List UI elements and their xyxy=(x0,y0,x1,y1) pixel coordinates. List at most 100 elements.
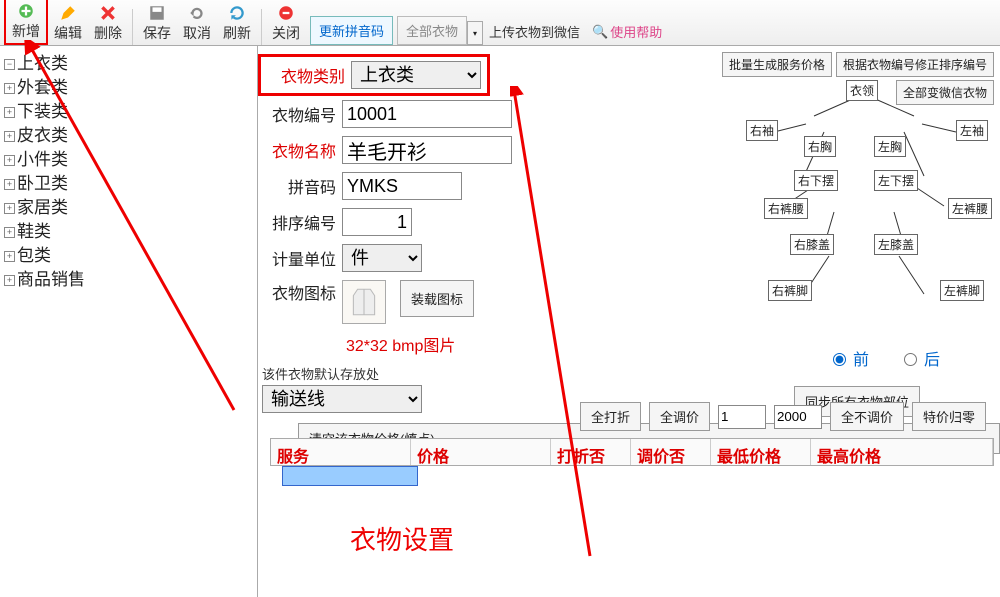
table-selected-cell[interactable] xyxy=(282,466,418,486)
unit-label: 计量单位 xyxy=(258,246,336,270)
collapse-icon[interactable]: − xyxy=(4,59,15,70)
part-r-sleeve[interactable]: 右袖 xyxy=(746,120,778,141)
sort-input[interactable] xyxy=(342,208,412,236)
tree-item[interactable]: +小件类 xyxy=(4,148,253,172)
expand-icon[interactable]: + xyxy=(4,83,15,94)
all-adjust-button[interactable]: 全调价 xyxy=(649,402,710,431)
separator xyxy=(132,9,133,45)
refresh-button[interactable]: 刷新 xyxy=(217,2,257,45)
th-discount: 打折否 xyxy=(551,439,631,465)
pinyin-label: 拼音码 xyxy=(258,174,336,198)
part-r-chest[interactable]: 右胸 xyxy=(804,136,836,157)
expand-icon[interactable]: + xyxy=(4,155,15,166)
update-pinyin-button[interactable]: 更新拼音码 xyxy=(310,16,393,45)
tree-item[interactable]: +卧卫类 xyxy=(4,172,253,196)
tree-label: 下装类 xyxy=(17,100,68,124)
part-r-hem[interactable]: 右下摆 xyxy=(794,170,838,191)
tree-item[interactable]: +外套类 xyxy=(4,76,253,100)
part-r-foot[interactable]: 右裤脚 xyxy=(768,280,812,301)
tree-label: 外套类 xyxy=(17,76,68,100)
part-collar[interactable]: 衣领 xyxy=(846,80,878,101)
expand-icon[interactable]: + xyxy=(4,227,15,238)
tree-label: 上衣类 xyxy=(17,52,68,76)
radio-front-label: 前 xyxy=(853,346,869,370)
price-toolbar: 全打折 全调价 全不调价 特价归零 xyxy=(270,402,994,431)
edit-button[interactable]: 编辑 xyxy=(48,2,88,45)
load-icon-button[interactable]: 装载图标 xyxy=(400,280,474,317)
price-table-header: 服务 价格 打折否 调价否 最低价格 最高价格 xyxy=(270,438,994,466)
plus-icon xyxy=(17,2,35,20)
tree-item[interactable]: +包类 xyxy=(4,244,253,268)
expand-icon[interactable]: + xyxy=(4,107,15,118)
expand-icon[interactable]: + xyxy=(4,203,15,214)
th-adjust: 调价否 xyxy=(631,439,711,465)
sort-label: 排序编号 xyxy=(258,210,336,234)
price-input-2[interactable] xyxy=(774,405,822,429)
tree-label: 鞋类 xyxy=(17,220,51,244)
part-l-knee[interactable]: 左膝盖 xyxy=(874,234,918,255)
tree-item[interactable]: +商品销售 xyxy=(4,268,253,292)
cancel-button[interactable]: 取消 xyxy=(177,2,217,45)
cancel-label: 取消 xyxy=(183,23,211,43)
separator xyxy=(261,9,262,45)
part-l-foot[interactable]: 左裤脚 xyxy=(940,280,984,301)
tree-item[interactable]: −上衣类 xyxy=(4,52,253,76)
category-select[interactable]: 上衣类 xyxy=(351,61,481,89)
new-button[interactable]: 新增 xyxy=(4,0,48,45)
part-l-waist[interactable]: 左裤腰 xyxy=(948,198,992,219)
part-l-chest[interactable]: 左胸 xyxy=(874,136,906,157)
body-part-map: 衣领 右袖 左袖 右胸 左胸 右下摆 左下摆 右裤腰 左裤腰 右膝盖 左膝盖 右… xyxy=(734,76,994,336)
tree-label: 商品销售 xyxy=(17,268,85,292)
category-highlight: 衣物类别 上衣类 xyxy=(258,54,490,96)
x-icon xyxy=(99,4,117,22)
main-toolbar: 新增 编辑 删除 保存 取消 刷新 关闭 更新拼音码 全部衣物 ▾ 上传衣物到微… xyxy=(0,0,1000,46)
name-input[interactable] xyxy=(342,136,512,164)
delete-button[interactable]: 删除 xyxy=(88,2,128,45)
refresh-label: 刷新 xyxy=(223,23,251,43)
radio-back[interactable]: 后 xyxy=(899,346,940,370)
expand-icon[interactable]: + xyxy=(4,251,15,262)
expand-icon[interactable]: + xyxy=(4,275,15,286)
all-clothes-dropdown[interactable]: ▾ xyxy=(467,21,483,45)
th-service: 服务 xyxy=(271,439,411,465)
disk-icon xyxy=(148,4,166,22)
tree-item[interactable]: +鞋类 xyxy=(4,220,253,244)
tree-item[interactable]: +下装类 xyxy=(4,100,253,124)
no-adjust-button[interactable]: 全不调价 xyxy=(830,402,904,431)
pinyin-input[interactable] xyxy=(342,172,462,200)
tree-label: 包类 xyxy=(17,244,51,268)
part-l-sleeve[interactable]: 左袖 xyxy=(956,120,988,141)
part-r-waist[interactable]: 右裤腰 xyxy=(764,198,808,219)
part-l-hem[interactable]: 左下摆 xyxy=(874,170,918,191)
edit-label: 编辑 xyxy=(54,23,82,43)
all-clothes-button[interactable]: 全部衣物 xyxy=(397,16,467,45)
th-min: 最低价格 xyxy=(711,439,811,465)
tree-label: 家居类 xyxy=(17,196,68,220)
search-icon: 🔍 xyxy=(592,24,608,40)
price-input-1[interactable] xyxy=(718,405,766,429)
upload-wechat-button[interactable]: 上传衣物到微信 xyxy=(483,18,586,45)
close-button[interactable]: 关闭 xyxy=(266,2,306,45)
tree-label: 小件类 xyxy=(17,148,68,172)
help-label: 使用帮助 xyxy=(610,22,662,41)
part-r-knee[interactable]: 右膝盖 xyxy=(790,234,834,255)
tree-item[interactable]: +皮衣类 xyxy=(4,124,253,148)
number-input[interactable] xyxy=(342,100,512,128)
tree-label: 皮衣类 xyxy=(17,124,68,148)
cardigan-icon xyxy=(347,285,381,319)
th-price: 价格 xyxy=(411,439,551,465)
help-button[interactable]: 🔍使用帮助 xyxy=(586,18,668,45)
expand-icon[interactable]: + xyxy=(4,179,15,190)
save-label: 保存 xyxy=(143,23,171,43)
tree-item[interactable]: +家居类 xyxy=(4,196,253,220)
radio-front[interactable]: 前 xyxy=(828,346,869,370)
unit-select[interactable]: 件 xyxy=(342,244,422,272)
new-label: 新增 xyxy=(12,21,40,41)
expand-icon[interactable]: + xyxy=(4,131,15,142)
view-radios: 前 后 xyxy=(828,346,940,370)
category-tree: −上衣类 +外套类 +下装类 +皮衣类 +小件类 +卧卫类 +家居类 +鞋类 +… xyxy=(0,46,258,597)
special-zero-button[interactable]: 特价归零 xyxy=(912,402,986,431)
all-discount-button[interactable]: 全打折 xyxy=(580,402,641,431)
form-content: 衣物类别 上衣类 衣物编号 衣物名称 拼音码 排序编号 计量单位 件 衣物图标 … xyxy=(258,46,1000,597)
save-button[interactable]: 保存 xyxy=(137,2,177,45)
